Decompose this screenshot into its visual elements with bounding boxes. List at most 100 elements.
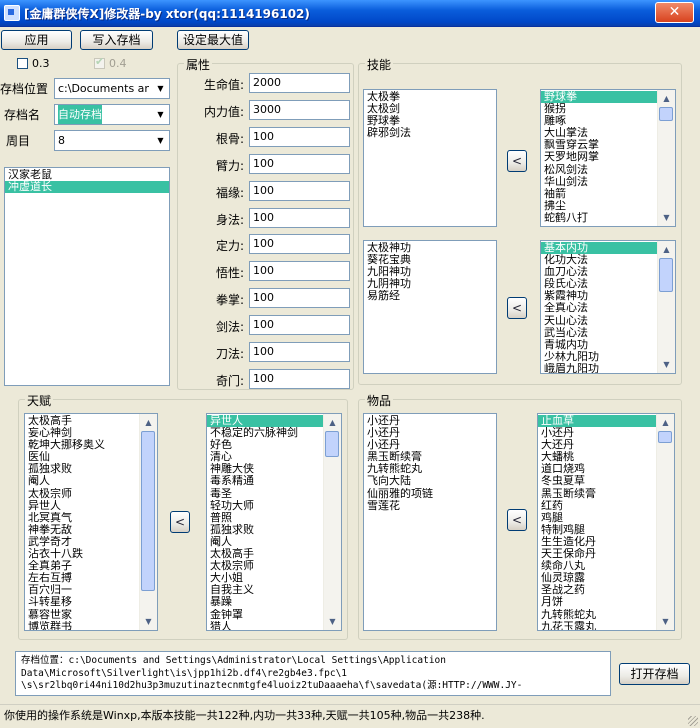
owned-items-list[interactable]: 小还丹 小还丹 小还丹 黑玉断续膏 九转熊蛇丸 飞向大陆 仙丽雅的项链 雪莲花 xyxy=(363,413,497,631)
list-item-selected[interactable]: 野球拳 xyxy=(541,91,658,104)
attribute-input[interactable]: 100 xyxy=(249,207,350,228)
available-talents-scrollbar[interactable]: ▲ ▼ xyxy=(323,414,341,630)
list-item[interactable]: 葵花宝典 xyxy=(364,254,496,266)
list-item[interactable]: 小还丹 xyxy=(364,439,496,451)
owned-skills-list[interactable]: 太极拳 太极剑 野球拳 辟邪剑法 xyxy=(363,89,497,227)
write-save-button[interactable]: 写入存档 xyxy=(80,30,153,50)
list-item[interactable]: 自我主义 xyxy=(207,584,324,596)
scroll-up-icon[interactable]: ▲ xyxy=(658,415,673,430)
scroll-thumb[interactable] xyxy=(659,258,673,292)
list-item[interactable]: 太极拳 xyxy=(364,91,496,103)
list-item[interactable]: 松风剑法 xyxy=(541,164,658,176)
attribute-input[interactable]: 100 xyxy=(249,180,350,201)
list-item[interactable]: 袖箭 xyxy=(541,188,658,200)
save-location-combo[interactable]: c:\Documents and ▼ xyxy=(54,78,170,99)
character-item[interactable]: 汉家老鼠 xyxy=(5,169,169,181)
list-item[interactable]: 飘雪穿云掌 xyxy=(541,139,658,151)
list-item[interactable]: 慕容世家 xyxy=(25,609,140,621)
close-button[interactable]: ✕ xyxy=(655,2,694,23)
add-internal-button[interactable]: < xyxy=(507,297,527,319)
list-item[interactable]: 孤独求败 xyxy=(25,463,140,475)
set-max-button[interactable]: 设定最大值 xyxy=(177,30,249,50)
scroll-up-icon[interactable]: ▲ xyxy=(659,91,674,106)
list-item[interactable]: 武当心法 xyxy=(541,327,658,339)
version-0-4-checkbox[interactable]: ✔ 0.4 xyxy=(94,55,127,70)
list-item[interactable]: 野球拳 xyxy=(364,115,496,127)
list-item[interactable]: 天罗地网掌 xyxy=(541,151,658,163)
list-item[interactable]: 仙灵琼露 xyxy=(538,572,657,584)
list-item[interactable]: 段氏心法 xyxy=(541,278,658,290)
add-skill-button[interactable]: < xyxy=(507,150,527,172)
list-item[interactable]: 神拳无敌 xyxy=(25,524,140,536)
list-item[interactable]: 化功大法 xyxy=(541,254,658,266)
list-item[interactable]: 清心 xyxy=(207,451,324,463)
list-item[interactable]: 医仙 xyxy=(25,451,140,463)
available-internal-scrollbar[interactable]: ▲ ▼ xyxy=(657,241,675,373)
list-item[interactable]: 天山心法 xyxy=(541,315,658,327)
list-item-selected[interactable]: 异世人 xyxy=(207,415,324,428)
list-item[interactable]: 月饼 xyxy=(538,596,657,608)
scroll-up-icon[interactable]: ▲ xyxy=(141,415,156,430)
attribute-input[interactable]: 100 xyxy=(249,288,350,309)
list-item[interactable]: 太极高手 xyxy=(207,548,324,560)
list-item[interactable]: 九转熊蛇丸 xyxy=(364,463,496,475)
list-item[interactable]: 蛇鹤八打 xyxy=(541,212,658,224)
list-item[interactable]: 黑玉断续膏 xyxy=(538,488,657,500)
list-item[interactable]: 峨眉九阳功 xyxy=(541,363,658,373)
version-0-3-checkbox[interactable]: 0.3 xyxy=(17,57,50,70)
scroll-up-icon[interactable]: ▲ xyxy=(659,242,674,257)
list-item[interactable]: 太极宗师 xyxy=(207,560,324,572)
attribute-input[interactable]: 100 xyxy=(249,126,350,147)
save-name-combo[interactable]: 自动存档 ▼ xyxy=(54,104,170,125)
chevron-down-icon[interactable]: ▼ xyxy=(153,106,168,123)
character-list[interactable]: 汉家老鼠 冲虚道长 xyxy=(4,167,170,386)
list-item[interactable]: 太极高手 xyxy=(25,415,140,427)
list-item[interactable]: 紫霞神功 xyxy=(541,290,658,302)
list-item[interactable]: 雕啄 xyxy=(541,115,658,127)
list-item[interactable]: 辟邪剑法 xyxy=(364,127,496,139)
open-save-button[interactable]: 打开存档 xyxy=(619,663,690,685)
available-items-scrollbar[interactable]: ▲ ▼ xyxy=(656,414,674,630)
scroll-down-icon[interactable]: ▼ xyxy=(659,357,674,372)
list-item[interactable]: 斗转星移 xyxy=(25,596,140,608)
list-item[interactable]: 仙丽雅的项链 xyxy=(364,488,496,500)
week-combo[interactable]: 8 ▼ xyxy=(54,130,170,151)
available-skills-scrollbar[interactable]: ▲ ▼ xyxy=(657,90,675,226)
checkbox-box-checked[interactable]: ✔ xyxy=(94,55,105,69)
list-item[interactable]: 北冥真气 xyxy=(25,512,140,524)
available-internal-list[interactable]: 基本内功 化功大法 血刀心法 段氏心法 紫霞神功 全真心法 天山心法 武当心法 青城内功 少林九阳… xyxy=(540,240,676,374)
scroll-down-icon[interactable]: ▼ xyxy=(659,210,674,225)
list-item[interactable]: 孤独求败 xyxy=(207,524,324,536)
list-item[interactable]: 轻功大师 xyxy=(207,500,324,512)
list-item[interactable]: 阉人 xyxy=(207,536,324,548)
list-item[interactable]: 天王保命丹 xyxy=(538,548,657,560)
list-item[interactable]: 大还丹 xyxy=(538,439,657,451)
list-item[interactable]: 全真弟子 xyxy=(25,560,140,572)
list-item[interactable]: 武学奇才 xyxy=(25,536,140,548)
list-item-selected[interactable]: 止血草 xyxy=(538,415,657,428)
scroll-thumb[interactable] xyxy=(659,107,673,121)
list-item[interactable]: 暴躁 xyxy=(207,596,324,608)
chevron-down-icon[interactable]: ▼ xyxy=(153,132,168,149)
list-item[interactable]: 九转熊蛇丸 xyxy=(538,609,657,621)
list-item[interactable]: 妄心神剑 xyxy=(25,427,140,439)
attribute-input[interactable]: 100 xyxy=(249,315,350,336)
checkbox-box[interactable] xyxy=(17,58,28,69)
scroll-thumb[interactable] xyxy=(325,431,339,457)
list-item[interactable]: 太极宗师 xyxy=(25,488,140,500)
add-item-button[interactable]: < xyxy=(507,509,527,531)
list-item[interactable]: 易筋经 xyxy=(364,290,496,302)
list-item[interactable]: 九阴神功 xyxy=(364,278,496,290)
list-item[interactable]: 拂尘 xyxy=(541,200,658,212)
list-item[interactable]: 不稳定的六脉神剑 xyxy=(207,427,324,439)
list-item[interactable]: 青城内功 xyxy=(541,339,658,351)
scroll-down-icon[interactable]: ▼ xyxy=(141,614,156,629)
list-item[interactable]: 乾坤大挪移奥义 xyxy=(25,439,140,451)
list-item[interactable]: 毒圣 xyxy=(207,488,324,500)
owned-talents-list[interactable]: 太极高手 妄心神剑 乾坤大挪移奥义 医仙 孤独求败 阉人 太极宗师 异世人 北冥真气 神拳无敌 武学… xyxy=(24,413,158,631)
available-skills-list[interactable]: 野球拳 猴拐 雕啄 大山掌法 飘雪穿云掌 天罗地网掌 松风剑法 华山剑法 袖箭 拂尘 蛇鹤八打 ▲ … xyxy=(540,89,676,227)
attribute-input[interactable]: 3000 xyxy=(249,99,350,120)
attribute-input[interactable]: 100 xyxy=(249,153,350,174)
list-item[interactable]: 百穴归一 xyxy=(25,584,140,596)
scroll-thumb[interactable] xyxy=(658,431,672,443)
